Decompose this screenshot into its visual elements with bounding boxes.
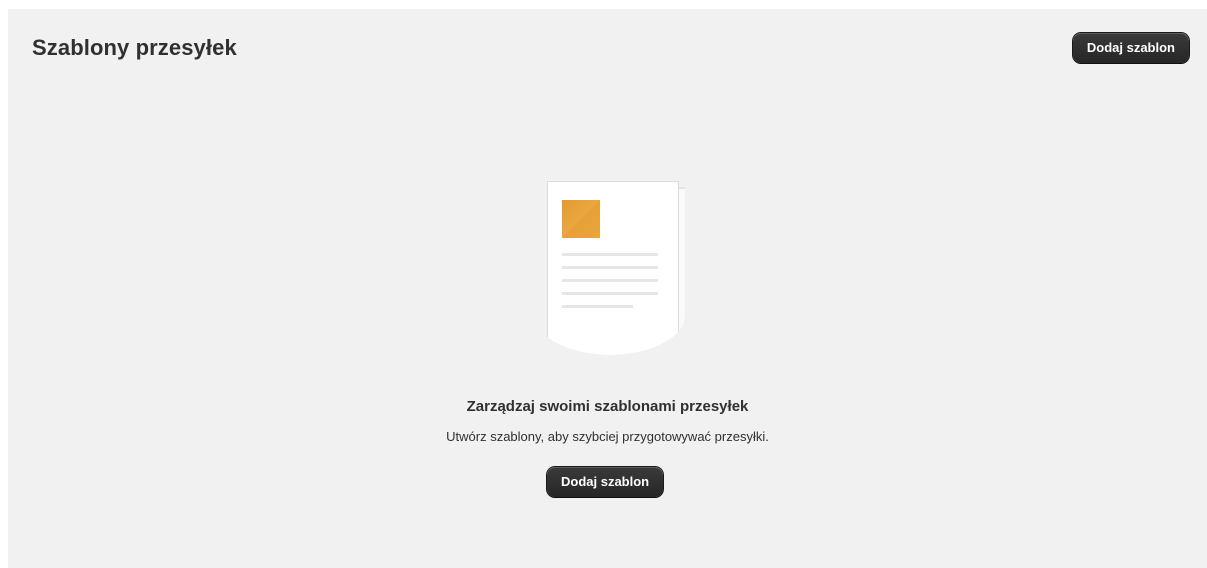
empty-state-heading: Zarządzaj swoimi szablonami przesyłek xyxy=(466,398,749,415)
page-title: Szablony przesyłek xyxy=(32,35,237,60)
add-template-button[interactable]: Dodaj szablon xyxy=(1072,33,1189,63)
empty-state-description: Utwórz szablony, aby szybciej przygotowy… xyxy=(446,429,769,444)
templates-page: Szablony przesyłek Dodaj szablon Zarządz… xyxy=(8,9,1207,568)
document-template-icon xyxy=(535,177,685,357)
empty-state-add-template-button[interactable]: Dodaj szablon xyxy=(547,467,664,497)
